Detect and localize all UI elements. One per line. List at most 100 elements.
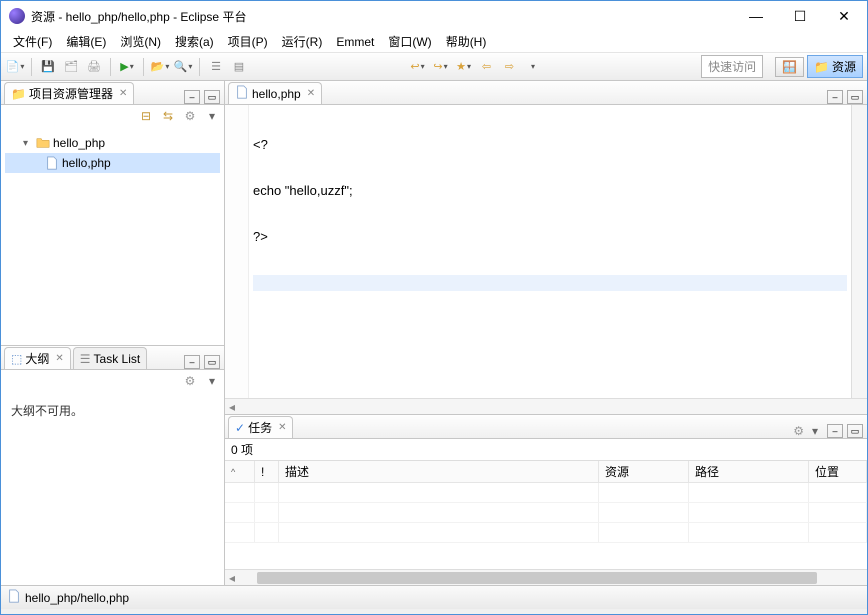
code-line: ?> [253, 229, 847, 245]
save-button[interactable]: 💾 [38, 57, 58, 77]
resource-perspective-button[interactable]: 📁 资源 [807, 55, 863, 78]
menu-emmet[interactable]: Emmet [330, 33, 380, 51]
outline-toolbar: ⚙ ▾ [1, 370, 224, 392]
outline-empty-text: 大纲不可用。 [11, 404, 83, 418]
filter-button[interactable]: ⚙ [182, 373, 198, 389]
menu-run[interactable]: 运行(R) [276, 31, 329, 52]
menu-file[interactable]: 文件(F) [7, 31, 58, 52]
tab-label: 任务 [248, 419, 272, 436]
menu-navigate[interactable]: 浏览(N) [114, 31, 167, 52]
expand-twister-icon[interactable]: ▾ [23, 138, 33, 149]
tab-label: Task List [94, 352, 141, 366]
horizontal-scrollbar[interactable]: ◂ [225, 398, 867, 414]
tasks-tab[interactable]: ✓ 任务 ✕ [228, 416, 293, 438]
minimize-view-button[interactable]: – [184, 90, 200, 104]
view-menu-button[interactable]: ▾ [204, 108, 220, 124]
tasks-tab-bar: ✓ 任务 ✕ ⚙ ▾ – ▭ [225, 415, 867, 439]
view-menu-button[interactable]: ▾ [812, 424, 818, 438]
menu-window[interactable]: 窗口(W) [382, 31, 437, 52]
maximize-view-button[interactable]: ▭ [204, 355, 220, 369]
minimize-view-button[interactable]: – [827, 424, 843, 438]
folder-icon: 📁 [814, 60, 829, 74]
project-explorer-tab[interactable]: 📁 项目资源管理器 ✕ [4, 82, 134, 104]
grid-button[interactable]: ▤ [229, 57, 249, 77]
code-editor[interactable]: <? echo "hello,uzzf"; ?> [225, 105, 867, 398]
tree-file-node[interactable]: hello,php [5, 153, 220, 173]
outline-icon: ⬚ [11, 352, 22, 366]
tasks-count-label: 0 项 [225, 439, 867, 460]
file-name-label: hello,php [62, 156, 111, 170]
tab-label: 项目资源管理器 [29, 85, 113, 102]
run-button[interactable]: ▶▾ [117, 57, 137, 77]
print-button[interactable]: 🖨 [84, 57, 104, 77]
menu-help[interactable]: 帮助(H) [440, 31, 493, 52]
star-button[interactable]: ★▾ [454, 57, 474, 77]
close-icon[interactable]: ✕ [278, 422, 286, 433]
tasks-icon: ✓ [235, 421, 245, 435]
menu-bar: 文件(F) 编辑(E) 浏览(N) 搜索(a) 项目(P) 运行(R) Emme… [1, 31, 867, 53]
file-icon [45, 156, 59, 170]
workbench: 📁 项目资源管理器 ✕ – ▭ ⊟ ⇆ ⚙ ▾ ▾ [1, 81, 867, 585]
explorer-toolbar: ⊟ ⇆ ⚙ ▾ [1, 105, 224, 127]
table-row[interactable] [225, 503, 867, 523]
code-area[interactable]: <? echo "hello,uzzf"; ?> [249, 105, 851, 398]
status-path: hello_php/hello,php [25, 591, 129, 605]
editor-gutter [225, 105, 249, 398]
outline-view: ⬚ 大纲 ✕ ☰ Task List – ▭ ⚙ ▾ 大纲不可用。 [1, 345, 224, 585]
history-dropdown[interactable]: ▾ [523, 57, 543, 77]
table-row[interactable] [225, 483, 867, 503]
col-priority[interactable]: ! [255, 461, 279, 482]
outline-tab-bar: ⬚ 大纲 ✕ ☰ Task List – ▭ [1, 346, 224, 370]
col-description[interactable]: 描述 [279, 461, 599, 482]
filter-button[interactable]: ⚙ [182, 108, 198, 124]
perspective-label: 资源 [832, 58, 856, 75]
search-button[interactable]: 🔍▾ [173, 57, 193, 77]
col-location[interactable]: 位置 [809, 461, 867, 482]
maximize-view-button[interactable]: ▭ [847, 90, 863, 104]
open-folder-button[interactable]: 📂▾ [150, 57, 170, 77]
nav-dropdown2-button[interactable]: ↪▾ [431, 57, 451, 77]
minimize-button[interactable]: — [741, 6, 771, 26]
new-button[interactable]: 📄▾ [5, 57, 25, 77]
view-menu-button[interactable]: ▾ [204, 373, 220, 389]
tasks-table[interactable]: ^ ! 描述 资源 路径 位置 ◂ [225, 460, 867, 585]
open-perspective-button[interactable]: 🪟 [775, 57, 804, 77]
col-resource[interactable]: 资源 [599, 461, 689, 482]
minimize-view-button[interactable]: – [184, 355, 200, 369]
table-row[interactable] [225, 523, 867, 543]
project-tree[interactable]: ▾ hello_php hello,php [1, 127, 224, 345]
separator [31, 58, 32, 76]
col-sort[interactable]: ^ [225, 461, 255, 482]
list-button[interactable]: ☰ [206, 57, 226, 77]
close-icon[interactable]: ✕ [55, 353, 63, 364]
editor-view: hello,php ✕ – ▭ <? echo "hello,uzzf"; ?>… [225, 81, 867, 415]
back-button[interactable]: ⇦ [477, 57, 497, 77]
close-icon[interactable]: ✕ [119, 88, 127, 99]
menu-edit[interactable]: 编辑(E) [60, 31, 112, 52]
minimize-view-button[interactable]: – [827, 90, 843, 104]
tree-project-node[interactable]: ▾ hello_php [5, 133, 220, 153]
outline-tab[interactable]: ⬚ 大纲 ✕ [4, 347, 71, 369]
menu-search[interactable]: 搜索(a) [169, 31, 220, 52]
filter-button[interactable]: ⚙ [793, 424, 804, 438]
tasklist-tab[interactable]: ☰ Task List [73, 347, 147, 369]
maximize-view-button[interactable]: ▭ [847, 424, 863, 438]
nav-dropdown-button[interactable]: ↩▾ [408, 57, 428, 77]
app-icon [9, 8, 25, 24]
quick-access-input[interactable]: 快速访问 [701, 55, 763, 78]
col-path[interactable]: 路径 [689, 461, 809, 482]
maximize-view-button[interactable]: ▭ [204, 90, 220, 104]
tasks-horizontal-scrollbar[interactable]: ◂ [225, 569, 867, 585]
save-all-button[interactable]: 🗂 [61, 57, 81, 77]
vertical-scrollbar[interactable] [851, 105, 867, 398]
menu-project[interactable]: 项目(P) [222, 31, 274, 52]
close-icon[interactable]: ✕ [307, 88, 315, 99]
link-editor-button[interactable]: ⇆ [160, 108, 176, 124]
maximize-button[interactable]: ☐ [785, 6, 815, 26]
folder-icon: 📁 [11, 87, 26, 101]
collapse-all-button[interactable]: ⊟ [138, 108, 154, 124]
forward-button[interactable]: ⇨ [500, 57, 520, 77]
editor-tab[interactable]: hello,php ✕ [228, 82, 322, 104]
tasks-view: ✓ 任务 ✕ ⚙ ▾ – ▭ 0 项 ^ ! 描述 资源 [225, 415, 867, 585]
close-button[interactable]: ✕ [829, 6, 859, 26]
